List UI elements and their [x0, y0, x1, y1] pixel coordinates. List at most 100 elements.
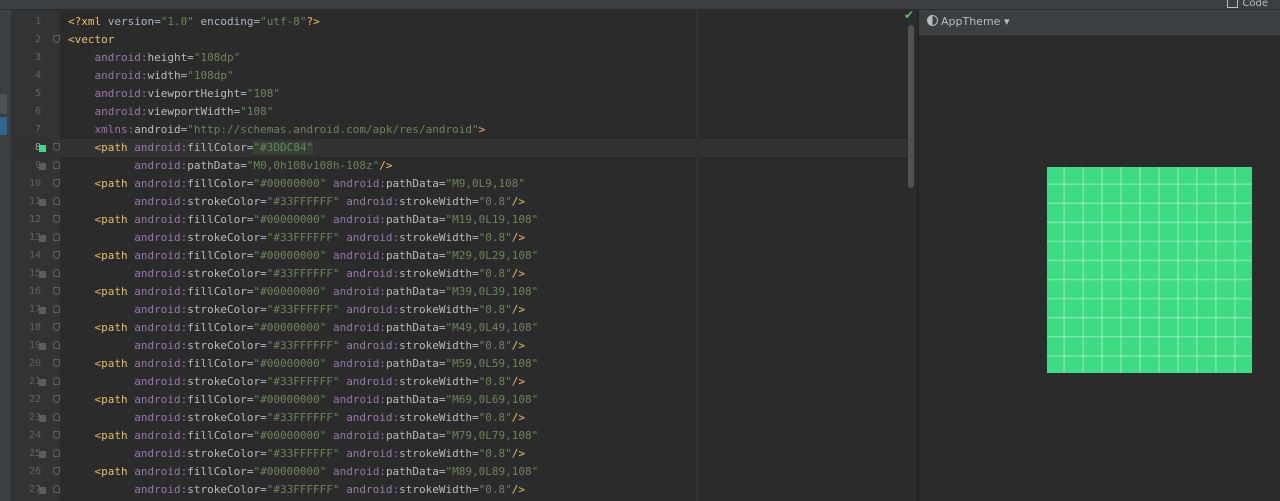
fold-close-icon[interactable] — [53, 197, 60, 205]
gutter-row: 5 — [11, 85, 60, 103]
code-line-text: <path android:fillColor="#00000000" andr… — [94, 249, 539, 262]
gutter-row: 24 — [11, 427, 60, 445]
fold-close-icon[interactable] — [53, 305, 60, 313]
fold-close-icon[interactable] — [53, 341, 60, 349]
fold-open-icon[interactable] — [53, 251, 60, 259]
code-line[interactable]: android:strokeColor="#33FFFFFF" android:… — [60, 481, 907, 499]
code-line[interactable]: android:strokeColor="#33FFFFFF" android:… — [60, 193, 907, 211]
tool-window-strip — [0, 10, 11, 501]
code-line-text: android:strokeColor="#33FFFFFF" android:… — [134, 339, 526, 352]
fold-close-icon[interactable] — [53, 449, 60, 457]
fold-open-icon[interactable] — [53, 215, 60, 223]
code-line[interactable]: <path android:fillColor="#00000000" andr… — [60, 427, 907, 445]
code-line[interactable]: <path android:fillColor="#00000000" andr… — [60, 247, 907, 265]
code-line-text: <path android:fillColor="#00000000" andr… — [94, 213, 539, 226]
code-view-button[interactable]: Code — [1227, 0, 1268, 9]
fold-close-icon[interactable] — [53, 377, 60, 385]
line-number: 5 — [34, 88, 41, 99]
code-line-text: <path android:fillColor="#00000000" andr… — [94, 321, 539, 334]
code-line[interactable]: <path android:fillColor="#00000000" andr… — [60, 463, 907, 481]
code-line-text: android:width="108dp" — [94, 69, 234, 82]
fold-close-icon[interactable] — [53, 485, 60, 493]
code-line-text: <path android:fillColor="#00000000" andr… — [94, 393, 539, 406]
gutter-marker-icon[interactable] — [39, 307, 46, 314]
gutter-marker-icon[interactable] — [39, 271, 46, 278]
gutter-marker-icon[interactable] — [39, 235, 46, 242]
color-swatch-icon[interactable] — [39, 145, 46, 152]
gutter-row: 20 — [11, 355, 60, 373]
gutter-row: 25 — [11, 445, 60, 463]
gutter-marker-icon[interactable] — [39, 379, 46, 386]
code-line[interactable]: <path android:fillColor="#00000000" andr… — [60, 355, 907, 373]
line-number: 2 — [34, 34, 41, 45]
fold-close-icon[interactable] — [53, 269, 60, 277]
code-line-text: android:pathData="M0,0h108v108h-108z"/> — [134, 159, 393, 172]
code-editor[interactable]: <?xml version="1.0" encoding="utf-8"?> <v… — [60, 10, 907, 501]
line-number: 22 — [28, 394, 41, 405]
code-line-text: <path android:fillColor="#00000000" andr… — [94, 429, 539, 442]
tool-window-tab[interactable] — [0, 94, 7, 114]
line-number: 14 — [28, 250, 41, 261]
line-number: 3 — [34, 52, 41, 63]
gutter-row: 4 — [11, 67, 60, 85]
code-line[interactable]: <path android:fillColor="#00000000" andr… — [60, 175, 907, 193]
code-line[interactable]: android:viewportHeight="108" — [60, 85, 907, 103]
gutter-row: 23 — [11, 409, 60, 427]
code-line-text: android:height="108dp" — [94, 51, 241, 64]
code-line[interactable]: android:strokeColor="#33FFFFFF" android:… — [60, 301, 907, 319]
code-line[interactable]: <path android:fillColor="#00000000" andr… — [60, 391, 907, 409]
tool-window-tab-active[interactable] — [0, 117, 7, 135]
line-number: 6 — [34, 106, 41, 117]
gutter-row: 10 — [11, 175, 60, 193]
theme-selector[interactable]: AppTheme ▾ — [927, 15, 1009, 28]
code-line-text: android:viewportHeight="108" — [94, 87, 280, 100]
code-line[interactable]: android:strokeColor="#33FFFFFF" android:… — [60, 445, 907, 463]
code-line[interactable]: android:strokeColor="#33FFFFFF" android:… — [60, 265, 907, 283]
code-line[interactable]: <path android:fillColor="#3DDC84" — [60, 139, 907, 157]
code-line[interactable]: android:width="108dp" — [60, 67, 907, 85]
code-line[interactable]: xmlns:android="http://schemas.android.co… — [60, 121, 907, 139]
code-line[interactable]: android:strokeColor="#33FFFFFF" android:… — [60, 229, 907, 247]
code-line[interactable]: <?xml version="1.0" encoding="utf-8"?> — [60, 13, 907, 31]
gutter-marker-icon[interactable] — [39, 487, 46, 494]
gutter-marker-icon[interactable] — [39, 163, 46, 170]
line-number: 11 — [28, 196, 41, 207]
code-line[interactable]: <path android:fillColor="#00000000" andr… — [60, 211, 907, 229]
fold-open-icon[interactable] — [53, 143, 60, 151]
line-number: 26 — [28, 466, 41, 477]
fold-close-icon[interactable] — [53, 161, 60, 169]
fold-open-icon[interactable] — [53, 467, 60, 475]
code-line[interactable]: android:height="108dp" — [60, 49, 907, 67]
code-line[interactable]: <path android:fillColor="#00000000" andr… — [60, 319, 907, 337]
editor-scrollbar[interactable] — [907, 10, 917, 501]
code-view-label: Code — [1242, 0, 1268, 9]
fold-open-icon[interactable] — [53, 359, 60, 367]
code-line[interactable]: <vector — [60, 31, 907, 49]
fold-open-icon[interactable] — [53, 395, 60, 403]
fold-open-icon[interactable] — [53, 287, 60, 295]
line-number: 18 — [28, 322, 41, 333]
gutter-row: 3 — [11, 49, 60, 67]
fold-open-icon[interactable] — [53, 323, 60, 331]
code-line[interactable]: <path android:fillColor="#00000000" andr… — [60, 283, 907, 301]
gutter-row: 6 — [11, 103, 60, 121]
gutter-marker-icon[interactable] — [39, 199, 46, 206]
gutter-row: 22 — [11, 391, 60, 409]
code-line[interactable]: android:pathData="M0,0h108v108h-108z"/> — [60, 157, 907, 175]
code-line[interactable]: android:strokeColor="#33FFFFFF" android:… — [60, 373, 907, 391]
code-line[interactable]: android:strokeColor="#33FFFFFF" android:… — [60, 409, 907, 427]
fold-open-icon[interactable] — [53, 179, 60, 187]
code-line[interactable]: android:viewportWidth="108" — [60, 103, 907, 121]
gutter-marker-icon[interactable] — [39, 343, 46, 350]
gutter-marker-icon[interactable] — [39, 451, 46, 458]
line-number: 8 — [34, 142, 41, 153]
code-line[interactable]: android:strokeColor="#33FFFFFF" android:… — [60, 337, 907, 355]
gutter-marker-icon[interactable] — [39, 415, 46, 422]
fold-close-icon[interactable] — [53, 413, 60, 421]
no-problems-check-icon[interactable]: ✔ — [904, 8, 914, 22]
preview-pane: AppTheme ▾ — [919, 10, 1280, 501]
fold-close-icon[interactable] — [53, 233, 60, 241]
scrollbar-thumb[interactable] — [908, 25, 914, 188]
fold-open-icon[interactable] — [53, 35, 60, 43]
fold-open-icon[interactable] — [53, 431, 60, 439]
